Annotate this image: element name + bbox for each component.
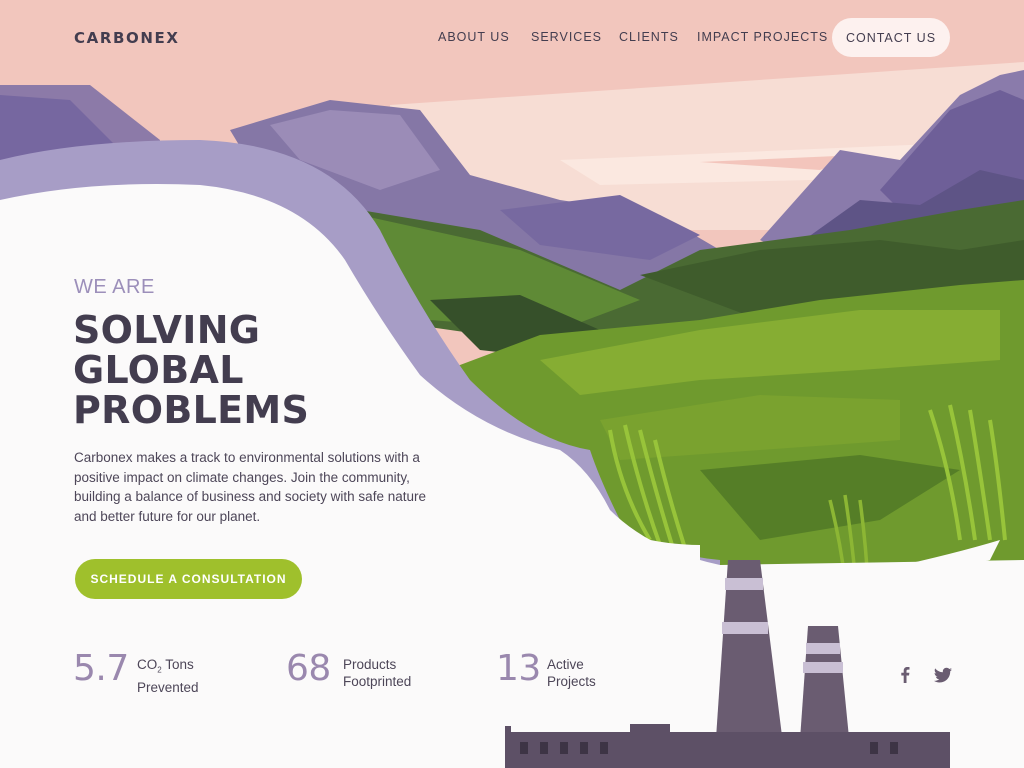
hero-headline: SOLVING GLOBAL PROBLEMS (73, 310, 309, 430)
stat-label: CO2 Tons Prevented (137, 656, 199, 696)
facebook-icon[interactable] (894, 664, 916, 686)
stat-label: Products Footprinted (343, 656, 411, 690)
headline-line-3: PROBLEMS (73, 388, 310, 432)
top-nav: CARBONEX ABOUT US SERVICES CLIENTS IMPAC… (0, 0, 1024, 76)
hero-eyebrow: WE ARE (74, 276, 155, 298)
contact-us-button[interactable]: CONTACT US (832, 18, 950, 57)
stat-label-line-1: Active (547, 657, 584, 672)
stat-label-line-2: Footprinted (343, 674, 412, 689)
twitter-icon[interactable] (932, 664, 954, 686)
stat-label: Active Projects (547, 656, 596, 690)
stat-label-line-2: Projects (547, 674, 596, 689)
stat-value: 13 (496, 648, 541, 689)
nav-clients[interactable]: CLIENTS (619, 30, 679, 44)
stat-value: 5.7 (73, 648, 129, 689)
stat-label-line-2: Prevented (137, 679, 199, 695)
schedule-consultation-button[interactable]: SCHEDULE A CONSULTATION (75, 559, 302, 599)
stat-value: 68 (286, 648, 331, 689)
nav-about-us[interactable]: ABOUT US (438, 30, 510, 44)
nav-impact-projects[interactable]: IMPACT PROJECTS (697, 30, 828, 44)
nav-services[interactable]: SERVICES (531, 30, 602, 44)
stat-label-line-1: Products (343, 657, 397, 672)
stat-label-line-1: CO2 Tons (137, 657, 194, 675)
headline-line-2: GLOBAL (73, 348, 244, 392)
brand-logo[interactable]: CARBONEX (74, 29, 180, 47)
headline-line-1: SOLVING (73, 308, 261, 352)
hero-description: Carbonex makes a track to environmental … (74, 450, 426, 524)
